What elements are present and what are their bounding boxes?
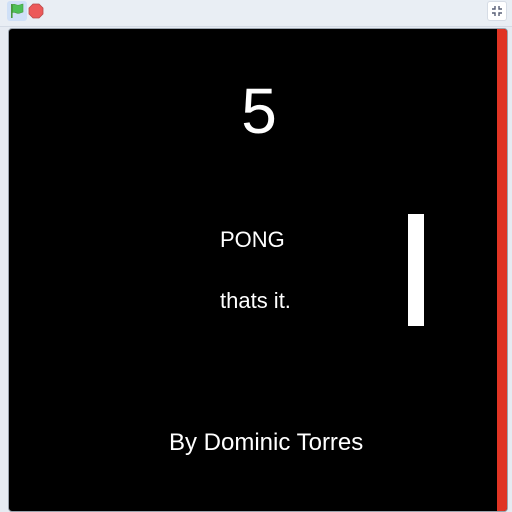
game-subtitle: thats it. xyxy=(220,288,291,313)
stop-icon xyxy=(28,3,44,19)
green-flag-icon xyxy=(11,3,24,18)
exit-fullscreen-icon xyxy=(492,6,502,16)
paddle xyxy=(408,214,424,326)
author-credit: By Dominic Torres xyxy=(169,429,364,456)
stage-toolbar xyxy=(0,0,512,27)
game-stage[interactable]: 5 PONG thats it. By Dominic Torres xyxy=(8,28,508,512)
exit-fullscreen-button[interactable] xyxy=(487,1,507,21)
stop-button[interactable] xyxy=(28,3,44,19)
score-display: 5 xyxy=(241,75,277,147)
game-title: PONG xyxy=(220,227,285,252)
right-wall xyxy=(497,29,507,511)
green-flag-button[interactable] xyxy=(7,1,27,21)
